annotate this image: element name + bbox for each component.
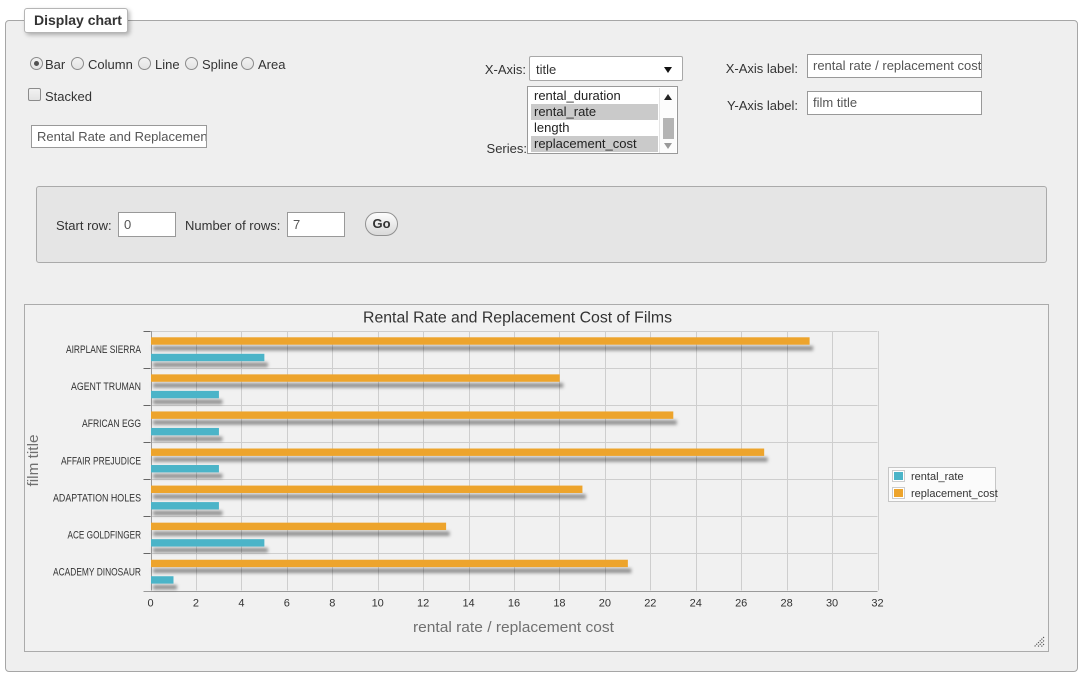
- svg-text:AGENT TRUMAN: AGENT TRUMAN: [71, 381, 141, 393]
- svg-text:ACADEMY DINOSAUR: ACADEMY DINOSAUR: [53, 566, 141, 578]
- svg-text:ADAPTATION HOLES: ADAPTATION HOLES: [53, 492, 141, 504]
- svg-text:film title: film title: [25, 435, 42, 487]
- svg-text:28: 28: [781, 598, 793, 610]
- svg-text:Rental Rate and Replacement Co: Rental Rate and Replacement Cost of Film…: [363, 310, 672, 327]
- svg-text:6: 6: [284, 598, 290, 610]
- svg-text:32: 32: [871, 598, 883, 610]
- svg-text:24: 24: [690, 598, 702, 610]
- svg-text:26: 26: [735, 598, 747, 610]
- svg-text:30: 30: [826, 598, 838, 610]
- svg-text:10: 10: [372, 598, 384, 610]
- svg-text:AFFAIR PREJUDICE: AFFAIR PREJUDICE: [61, 455, 141, 467]
- svg-text:AIRPLANE SIERRA: AIRPLANE SIERRA: [66, 344, 142, 356]
- svg-text:2: 2: [193, 598, 199, 610]
- svg-text:rental rate / replacement cost: rental rate / replacement cost: [413, 619, 615, 636]
- svg-text:AFRICAN EGG: AFRICAN EGG: [82, 418, 141, 430]
- svg-text:14: 14: [462, 598, 474, 610]
- svg-text:ACE GOLDFINGER: ACE GOLDFINGER: [68, 529, 142, 541]
- svg-text:18: 18: [553, 598, 565, 610]
- svg-text:8: 8: [329, 598, 335, 610]
- svg-text:20: 20: [599, 598, 611, 610]
- svg-text:4: 4: [238, 598, 244, 610]
- svg-text:22: 22: [644, 598, 656, 610]
- svg-text:12: 12: [417, 598, 429, 610]
- svg-text:16: 16: [508, 598, 520, 610]
- svg-text:0: 0: [147, 598, 153, 610]
